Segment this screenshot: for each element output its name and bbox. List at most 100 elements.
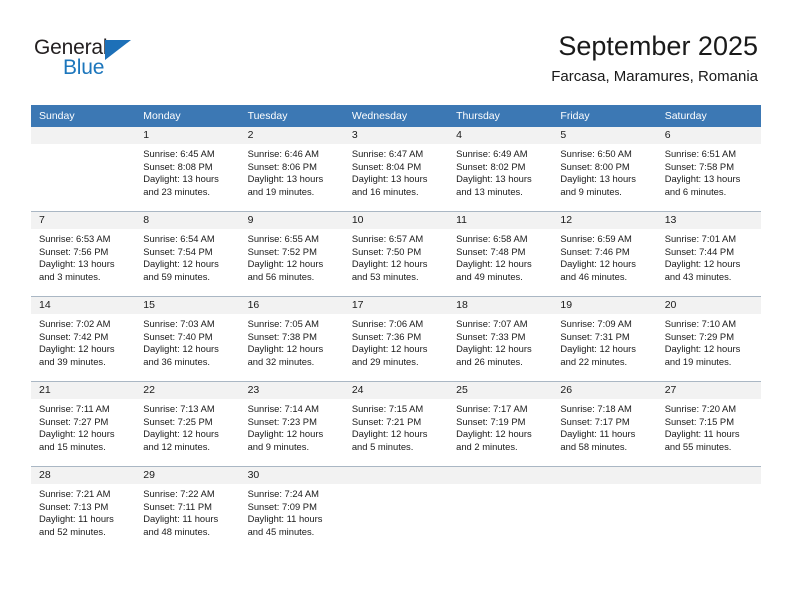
calendar-day-cell [31, 127, 136, 212]
day-detail-sunrise: Sunrise: 7:05 AM [247, 318, 319, 329]
day-detail-daylight-line1: Daylight: 12 hours [143, 258, 219, 270]
day-details: Sunrise: 7:03 AM Sunset: 7:40 PM Daylight:… [135, 314, 239, 368]
calendar-day-cell[interactable]: 28 Sunrise: 7:21 AM Sunset: 7:13 PM Dayligh… [31, 466, 136, 551]
calendar-day-cell[interactable]: 2 Sunrise: 6:46 AM Sunset: 8:06 PM Daylight… [239, 127, 344, 212]
day-detail-sunrise: Sunrise: 7:03 AM [143, 318, 215, 329]
day-details: Sunrise: 7:17 AM Sunset: 7:19 PM Daylight:… [448, 399, 552, 453]
day-detail-daylight-line1: Daylight: 11 hours [247, 513, 323, 525]
day-detail-sunset: Sunset: 7:50 PM [351, 245, 422, 257]
calendar-day-cell[interactable]: 6 Sunrise: 6:51 AM Sunset: 7:58 PM Daylight… [656, 127, 761, 212]
calendar-day-cell[interactable]: 13 Sunrise: 7:01 AM Sunset: 7:44 PM Dayligh… [656, 211, 761, 297]
day-detail-daylight-line2: and 2 minutes. [456, 440, 518, 452]
calendar-day-cell[interactable]: 19 Sunrise: 7:09 AM Sunset: 7:31 PM Dayligh… [552, 296, 657, 382]
day-number: 9 [239, 212, 344, 229]
day-detail-daylight-line2: and 15 minutes. [39, 440, 106, 452]
day-cell-inner [656, 467, 761, 551]
calendar-day-cell[interactable]: 25 Sunrise: 7:17 AM Sunset: 7:19 PM Dayligh… [448, 381, 553, 467]
calendar-table: Sunday Monday Tuesday Wednesday Thursday… [31, 105, 761, 551]
day-details: Sunrise: 6:51 AM Sunset: 7:58 PM Daylight:… [657, 144, 761, 198]
day-number [656, 467, 761, 484]
day-number: 11 [448, 212, 553, 229]
calendar-week-row: 7 Sunrise: 6:53 AM Sunset: 7:56 PM Daylight… [31, 211, 761, 297]
calendar-day-cell[interactable]: 29 Sunrise: 7:22 AM Sunset: 7:11 PM Dayligh… [135, 466, 240, 551]
day-cell-inner: 30 Sunrise: 7:24 AM Sunset: 7:09 PM Dayligh… [239, 467, 344, 551]
day-number: 6 [656, 127, 761, 144]
day-detail-daylight-line1: Daylight: 12 hours [456, 343, 532, 355]
day-details: Sunrise: 6:45 AM Sunset: 8:08 PM Daylight:… [135, 144, 239, 198]
day-detail-sunset: Sunset: 7:48 PM [456, 245, 526, 257]
day-detail-sunrise: Sunrise: 7:02 AM [39, 318, 111, 329]
title-block: September 2025 Farcasa, Maramures, Roman… [551, 30, 758, 87]
calendar-day-cell[interactable]: 27 Sunrise: 7:20 AM Sunset: 7:15 PM Dayligh… [656, 381, 761, 467]
calendar-day-cell[interactable]: 26 Sunrise: 7:18 AM Sunset: 7:17 PM Dayligh… [552, 381, 657, 467]
day-cell-inner: 18 Sunrise: 7:07 AM Sunset: 7:33 PM Dayligh… [448, 297, 553, 381]
day-number: 16 [239, 297, 344, 314]
day-detail-sunset: Sunset: 7:42 PM [39, 330, 109, 342]
day-detail-sunset: Sunset: 7:15 PM [664, 415, 734, 427]
day-detail-daylight-line1: Daylight: 12 hours [247, 258, 324, 270]
day-detail-sunset: Sunset: 7:29 PM [664, 330, 734, 342]
day-detail-sunset: Sunset: 7:17 PM [560, 415, 630, 427]
calendar-day-cell[interactable]: 8 Sunrise: 6:54 AM Sunset: 7:54 PM Daylight… [135, 211, 240, 297]
day-cell-inner: 13 Sunrise: 7:01 AM Sunset: 7:44 PM Dayligh… [656, 212, 761, 296]
day-detail-sunrise: Sunrise: 6:55 AM [247, 233, 319, 244]
day-detail-sunrise: Sunrise: 6:53 AM [39, 233, 111, 244]
calendar-day-cell[interactable]: 9 Sunrise: 6:55 AM Sunset: 7:52 PM Daylight… [239, 211, 344, 297]
day-details: Sunrise: 7:24 AM Sunset: 7:09 PM Daylight:… [240, 484, 344, 538]
day-detail-daylight-line2: and 39 minutes. [39, 355, 106, 367]
day-number: 19 [552, 297, 657, 314]
calendar-day-cell[interactable]: 7 Sunrise: 6:53 AM Sunset: 7:56 PM Daylight… [31, 211, 136, 297]
day-detail-daylight-line2: and 16 minutes. [351, 185, 419, 197]
day-detail-sunrise: Sunrise: 6:57 AM [351, 233, 424, 244]
day-detail-daylight-line2: and 45 minutes. [247, 525, 315, 537]
calendar-day-cell[interactable]: 14 Sunrise: 7:02 AM Sunset: 7:42 PM Dayligh… [31, 296, 136, 382]
day-detail-daylight-line2: and 43 minutes. [664, 270, 732, 282]
calendar-day-cell[interactable]: 20 Sunrise: 7:10 AM Sunset: 7:29 PM Dayligh… [656, 296, 761, 382]
calendar-day-cell[interactable]: 12 Sunrise: 6:59 AM Sunset: 7:46 PM Dayligh… [552, 211, 657, 297]
logo-text-blue: Blue [63, 56, 105, 79]
calendar-day-cell [448, 466, 553, 551]
calendar-day-cell[interactable]: 5 Sunrise: 6:50 AM Sunset: 8:00 PM Daylight… [552, 127, 657, 212]
day-cell-inner: 29 Sunrise: 7:22 AM Sunset: 7:11 PM Dayligh… [135, 467, 240, 551]
calendar-day-cell[interactable]: 22 Sunrise: 7:13 AM Sunset: 7:25 PM Dayligh… [135, 381, 240, 467]
day-details: Sunrise: 7:18 AM Sunset: 7:17 PM Daylight:… [552, 399, 656, 453]
day-detail-sunrise: Sunrise: 7:21 AM [39, 488, 111, 499]
calendar-day-cell[interactable]: 3 Sunrise: 6:47 AM Sunset: 8:04 PM Daylight… [343, 127, 449, 212]
calendar-day-cell[interactable]: 10 Sunrise: 6:57 AM Sunset: 7:50 PM Dayligh… [343, 211, 449, 297]
day-number: 28 [31, 467, 136, 484]
day-number: 3 [343, 127, 449, 144]
day-detail-sunrise: Sunrise: 6:59 AM [560, 233, 632, 244]
calendar-day-cell[interactable]: 16 Sunrise: 7:05 AM Sunset: 7:38 PM Dayligh… [239, 296, 344, 382]
general-blue-logo[interactable]: General Blue [34, 36, 214, 86]
day-number: 8 [135, 212, 240, 229]
calendar-day-cell[interactable]: 1 Sunrise: 6:45 AM Sunset: 8:08 PM Daylight… [135, 127, 240, 212]
day-details [552, 484, 656, 488]
day-detail-daylight-line1: Daylight: 11 hours [39, 513, 114, 525]
calendar-day-cell[interactable]: 11 Sunrise: 6:58 AM Sunset: 7:48 PM Dayligh… [448, 211, 553, 297]
calendar-day-cell[interactable]: 23 Sunrise: 7:14 AM Sunset: 7:23 PM Dayligh… [239, 381, 344, 467]
day-cell-inner: 10 Sunrise: 6:57 AM Sunset: 7:50 PM Dayligh… [343, 212, 449, 296]
day-detail-daylight-line2: and 19 minutes. [247, 185, 315, 197]
calendar-day-cell[interactable]: 18 Sunrise: 7:07 AM Sunset: 7:33 PM Dayligh… [448, 296, 553, 382]
day-number: 7 [31, 212, 136, 229]
day-detail-sunrise: Sunrise: 7:20 AM [664, 403, 737, 414]
day-detail-sunset: Sunset: 7:52 PM [247, 245, 317, 257]
day-detail-daylight-line1: Daylight: 12 hours [664, 258, 741, 270]
calendar-day-cell[interactable]: 17 Sunrise: 7:06 AM Sunset: 7:36 PM Dayligh… [343, 296, 449, 382]
day-details: Sunrise: 7:11 AM Sunset: 7:27 PM Daylight:… [31, 399, 135, 453]
day-number [448, 467, 553, 484]
day-detail-daylight-line2: and 48 minutes. [143, 525, 210, 537]
calendar-day-cell[interactable]: 30 Sunrise: 7:24 AM Sunset: 7:09 PM Dayligh… [239, 466, 344, 551]
day-number: 12 [552, 212, 657, 229]
day-detail-sunset: Sunset: 7:25 PM [143, 415, 213, 427]
calendar-day-cell[interactable]: 21 Sunrise: 7:11 AM Sunset: 7:27 PM Dayligh… [31, 381, 136, 467]
day-cell-inner: 28 Sunrise: 7:21 AM Sunset: 7:13 PM Dayligh… [31, 467, 136, 551]
day-detail-sunrise: Sunrise: 7:22 AM [143, 488, 215, 499]
calendar-day-cell[interactable]: 15 Sunrise: 7:03 AM Sunset: 7:40 PM Dayligh… [135, 296, 240, 382]
calendar-day-cell[interactable]: 4 Sunrise: 6:49 AM Sunset: 8:02 PM Daylight… [448, 127, 553, 212]
day-detail-daylight-line1: Daylight: 13 hours [247, 173, 324, 185]
day-detail-sunset: Sunset: 7:23 PM [247, 415, 317, 427]
calendar-day-cell[interactable]: 24 Sunrise: 7:15 AM Sunset: 7:21 PM Dayligh… [343, 381, 449, 467]
day-detail-daylight-line2: and 13 minutes. [456, 185, 523, 197]
day-details: Sunrise: 7:20 AM Sunset: 7:15 PM Daylight:… [657, 399, 761, 453]
